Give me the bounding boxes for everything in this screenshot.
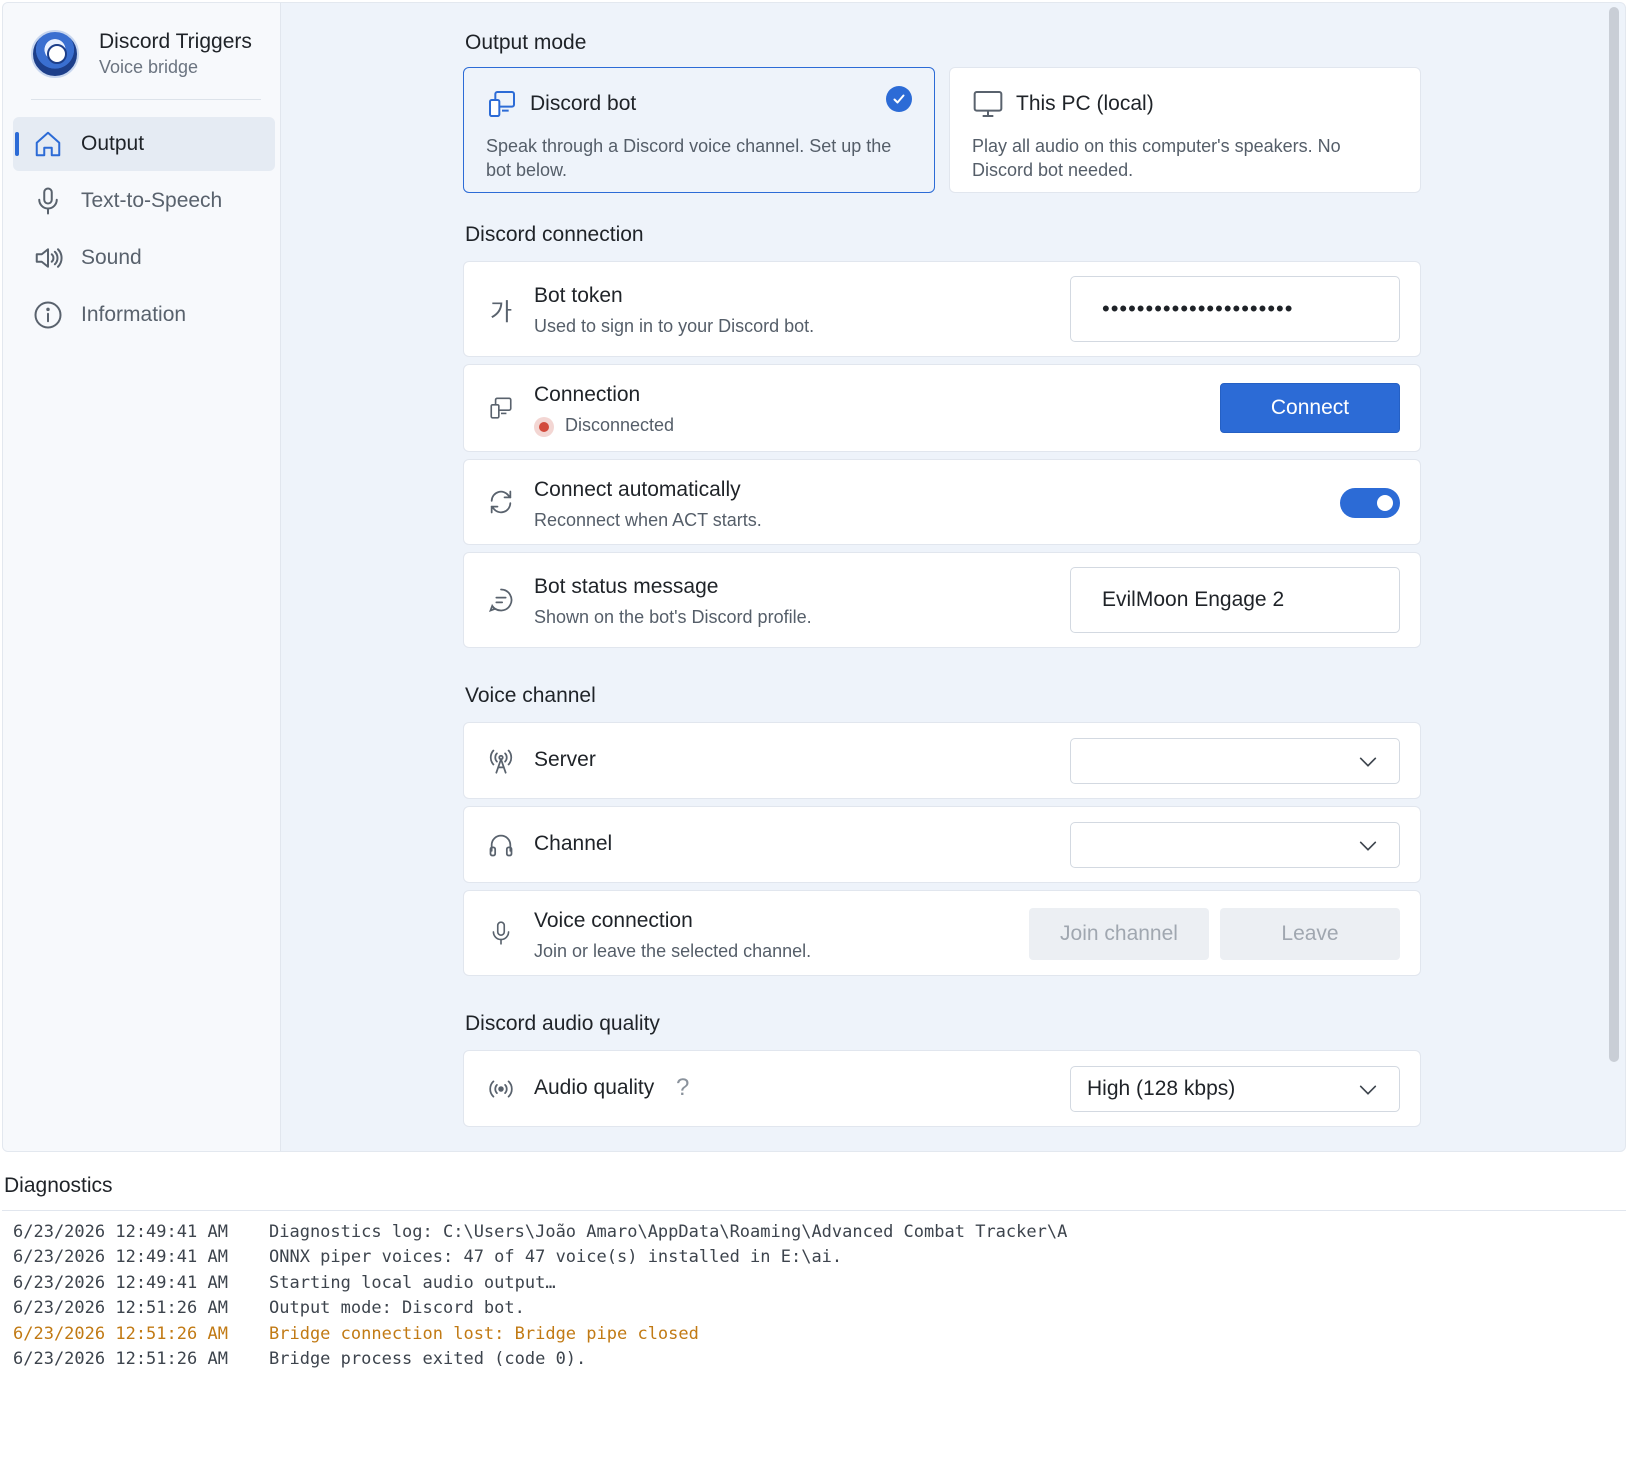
log-timestamp: 6/23/2026 12:51:26 AM [13,1323,228,1344]
sidebar-item-output[interactable]: Output [13,117,275,171]
antenna-icon [486,746,516,776]
server-row: Server [463,722,1421,799]
app-subtitle: Voice bridge [99,57,199,77]
log-timestamp: 6/23/2026 12:49:41 AM [13,1222,228,1242]
select-value: High (128 kbps) [1087,1077,1236,1100]
log-message: Output mode: Discord bot. [269,1298,525,1319]
headphones-icon [486,830,516,860]
log-message: Starting local audio output… [269,1272,556,1293]
log-timestamp: 6/23/2026 12:51:26 AM [13,1348,228,1369]
bot-devices-icon [489,91,515,117]
refresh-icon [486,487,516,517]
log-line-warning: 6/23/2026 12:51:26 AM Bridge connection l… [13,1322,1626,1347]
mode-description: Speak through a Discord voice channel. S… [486,136,892,180]
sidebar-divider [31,99,261,100]
chevron-down-icon [1359,757,1377,767]
sidebar-item-label: Output [81,132,145,155]
log-line: 6/23/2026 12:51:26 AM Output mode: Discor… [13,1296,1626,1321]
chevron-down-icon [1359,841,1377,851]
row-title: Server [534,748,596,771]
selected-check-icon [886,86,912,112]
row-title: Bot token [534,284,623,307]
diagnostics-log[interactable]: 6/23/2026 12:49:41 AM Diagnostics log: C:… [2,1210,1626,1472]
sidebar: Discord Triggers Voice bridge Output Tex… [3,3,281,1151]
voice-connection-row: Voice connection Join or leave the selec… [463,890,1421,976]
log-line: 6/23/2026 12:49:41 AM Diagnostics log: C:… [13,1220,1626,1245]
section-heading-discord-connection: Discord connection [465,223,644,246]
chat-bubble-icon [486,585,516,615]
section-heading-voice-channel: Voice channel [465,684,596,707]
row-title: Audio quality [534,1076,655,1099]
bot-token-input[interactable]: •••••••••••••••••••••• [1070,276,1400,342]
home-icon [35,131,61,157]
main-content: Output mode Discord bot Speak through a … [281,3,1625,1151]
bot-status-message-input[interactable]: EvilMoon Engage 2 [1070,567,1400,633]
app-title: Discord Triggers [99,30,252,53]
row-title: Bot status message [534,575,719,598]
sidebar-item-label: Information [81,303,187,326]
app-logo [31,30,79,78]
log-timestamp: 6/23/2026 12:49:41 AM [13,1247,228,1268]
microphone-icon [486,918,516,948]
server-select[interactable] [1070,738,1400,784]
row-title: Connect automatically [534,478,741,501]
log-line: 6/23/2026 12:49:41 AM Starting local audi… [13,1271,1626,1296]
bot-token-row: 가 Bot token Used to sign in to your Disc… [463,261,1421,357]
row-title: Voice connection [534,909,693,932]
sidebar-nav: Output Text-to-Speech Sound Information [13,117,275,345]
auto-connect-toggle[interactable] [1340,488,1400,518]
log-message: Bridge connection lost: Bridge pipe clos… [269,1323,699,1344]
channel-row: Channel [463,806,1421,883]
row-subtitle: Join or leave the selected channel. [534,941,812,961]
section-heading-audio-quality: Discord audio quality [465,1012,660,1035]
mode-option-discord-bot[interactable]: Discord bot Speak through a Discord voic… [463,67,935,193]
log-line: 6/23/2026 12:49:41 AM ONNX piper voices: … [13,1245,1626,1270]
vertical-scrollbar[interactable] [1609,7,1619,1062]
korean-character-icon: 가 [489,298,513,326]
speaker-icon [35,248,63,268]
row-subtitle: Shown on the bot's Discord profile. [534,607,812,627]
join-channel-button[interactable]: Join channel [1029,908,1209,960]
info-icon [34,301,62,329]
app-window: Discord Triggers Voice bridge Output Tex… [2,2,1626,1152]
sidebar-item-information[interactable]: Information [13,288,275,342]
row-subtitle: Reconnect when ACT starts. [534,510,762,530]
log-line: 6/23/2026 12:51:26 AM Bridge process exit… [13,1347,1626,1372]
monitor-icon [973,91,1003,117]
sidebar-item-label: Sound [81,246,142,269]
connection-status-text: Disconnected [565,415,675,435]
sidebar-item-label: Text-to-Speech [81,189,223,212]
bot-devices-icon [486,393,516,423]
mode-option-this-pc[interactable]: This PC (local) Play all audio on this c… [949,67,1421,193]
section-heading-output-mode: Output mode [465,31,587,54]
bot-status-message-row: Bot status message Shown on the bot's Di… [463,552,1421,648]
mode-title: This PC (local) [1016,92,1154,115]
audio-quality-row: Audio quality ? High (128 kbps) [463,1050,1421,1127]
log-timestamp: 6/23/2026 12:51:26 AM [13,1298,228,1319]
help-icon[interactable]: ? [676,1074,689,1102]
log-message: ONNX piper voices: 47 of 47 voice(s) ins… [269,1247,843,1268]
log-timestamp: 6/23/2026 12:49:41 AM [13,1272,228,1293]
channel-select[interactable] [1070,822,1400,868]
audio-quality-select[interactable]: High (128 kbps) [1070,1066,1400,1112]
row-subtitle: Used to sign in to your Discord bot. [534,316,815,336]
row-title: Connection [534,383,641,406]
chevron-down-icon [1359,1085,1377,1095]
mode-description: Play all audio on this computer's speake… [972,136,1341,180]
leave-button[interactable]: Leave [1220,908,1400,960]
sidebar-item-sound[interactable]: Sound [13,231,275,285]
connect-button[interactable]: Connect [1220,383,1400,433]
auto-connect-row: Connect automatically Reconnect when ACT… [463,459,1421,545]
mode-title: Discord bot [530,92,637,115]
row-title: Channel [534,832,613,855]
broadcast-icon [486,1074,516,1104]
microphone-icon [38,187,58,215]
brand: Discord Triggers Voice bridge [31,29,252,79]
sidebar-item-text-to-speech[interactable]: Text-to-Speech [13,174,275,228]
connection-row: Connection Disconnected Connect [463,364,1421,452]
diagnostics-heading: Diagnostics [4,1174,113,1197]
log-message: Bridge process exited (code 0). [269,1348,587,1369]
status-indicator [534,417,554,437]
log-message: Diagnostics log: C:\Users\João Amaro\App… [269,1222,1068,1242]
